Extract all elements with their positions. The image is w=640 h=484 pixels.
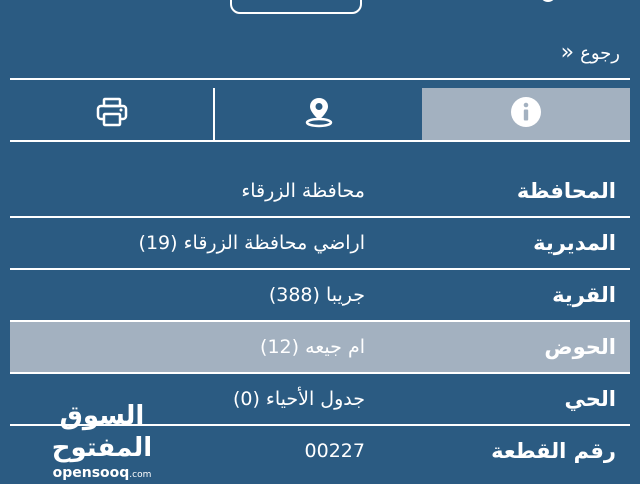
double-chevron-left-icon: « — [560, 40, 575, 65]
tab-map[interactable] — [215, 88, 422, 140]
top-cutoff-button[interactable] — [230, 0, 362, 14]
tab-bar — [10, 88, 630, 140]
detail-value: جريبا (388) — [268, 284, 365, 306]
detail-label: رقم القطعة — [491, 439, 616, 463]
detail-value: اراضي محافظة الزرقاء (19) — [138, 232, 365, 254]
detail-value: محافظة الزرقاء — [241, 180, 365, 202]
detail-value: جدول الأحياء (0) — [232, 388, 365, 410]
detail-label: المديرية — [533, 231, 616, 255]
detail-row-village: القرية جريبا (388) — [10, 270, 630, 322]
logo-arabic-text: السوق المفتوح — [51, 401, 153, 463]
detail-value: 00227 — [304, 440, 365, 462]
divider — [10, 140, 630, 142]
printer-icon — [95, 95, 129, 133]
detail-label: المحافظة — [516, 179, 616, 203]
tab-info[interactable] — [422, 88, 630, 140]
info-icon — [509, 95, 543, 133]
back-link[interactable]: رجوع « — [561, 38, 620, 68]
detail-label: القرية — [552, 283, 616, 307]
detail-label: الحوض — [544, 335, 616, 359]
opensooq-watermark-logo: السوق المفتوح opensooq.com — [22, 400, 182, 481]
detail-label: الحي — [564, 387, 616, 411]
detail-row-directorate: المديرية اراضي محافظة الزرقاء (19) — [10, 218, 630, 270]
detail-value: ام جيعه (12) — [260, 336, 365, 358]
detail-row-basin: الحوض ام جيعه (12) — [10, 322, 630, 374]
detail-row-governorate: المحافظة محافظة الزرقاء — [10, 166, 630, 218]
back-label: رجوع — [580, 42, 620, 64]
logo-domain: .com — [129, 470, 152, 480]
map-pin-icon — [302, 95, 336, 133]
divider — [10, 78, 630, 80]
logo-latin-name: opensooq — [52, 465, 130, 481]
tab-print[interactable] — [10, 88, 215, 140]
search-icon[interactable] — [540, 0, 556, 2]
logo-latin-text: opensooq.com — [22, 464, 182, 484]
